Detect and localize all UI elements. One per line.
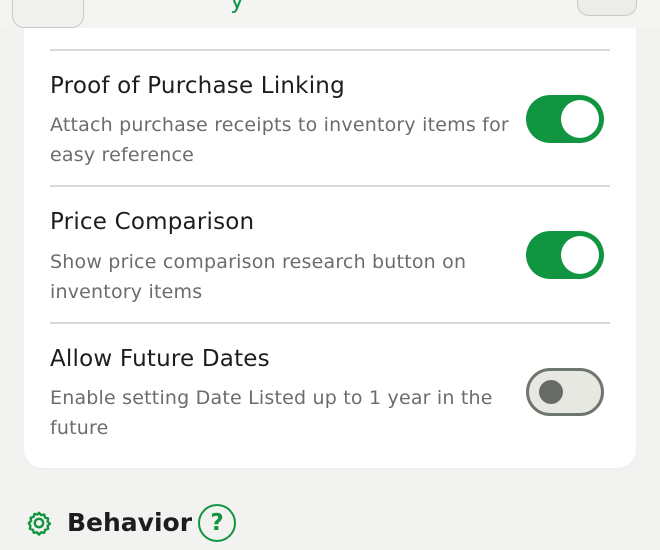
- toggle-knob: [561, 100, 599, 138]
- toggle-knob: [539, 380, 563, 404]
- setting-title: Allow Future Dates: [50, 346, 270, 372]
- behavior-section-heading: Behavior ?: [24, 498, 324, 546]
- allow-future-dates-toggle[interactable]: [526, 368, 604, 416]
- help-button[interactable]: ?: [198, 504, 236, 542]
- setting-description: Enable setting Date Listed up to 1 year …: [50, 387, 493, 439]
- back-button[interactable]: [12, 0, 84, 28]
- settings-divider: [50, 49, 610, 51]
- setting-description: Show price comparison research button on…: [50, 251, 467, 303]
- setting-title: Price Comparison: [50, 209, 255, 235]
- toolbar-action-button[interactable]: [577, 0, 637, 16]
- settings-divider: [50, 185, 610, 187]
- proof-of-purchase-toggle[interactable]: [526, 95, 604, 143]
- toggle-knob: [561, 236, 599, 274]
- setting-title: Proof of Purchase Linking: [50, 73, 345, 99]
- settings-card: Proof of Purchase Linking Attach purchas…: [24, 28, 636, 468]
- section-title: Behavior: [67, 508, 193, 537]
- settings-divider: [50, 322, 610, 324]
- page-title-fragment: y: [230, 0, 245, 14]
- price-comparison-toggle[interactable]: [526, 231, 604, 279]
- gear-icon: [26, 510, 52, 536]
- top-navigation-bar: y: [0, 0, 660, 28]
- setting-description: Attach purchase receipts to inventory it…: [50, 114, 509, 166]
